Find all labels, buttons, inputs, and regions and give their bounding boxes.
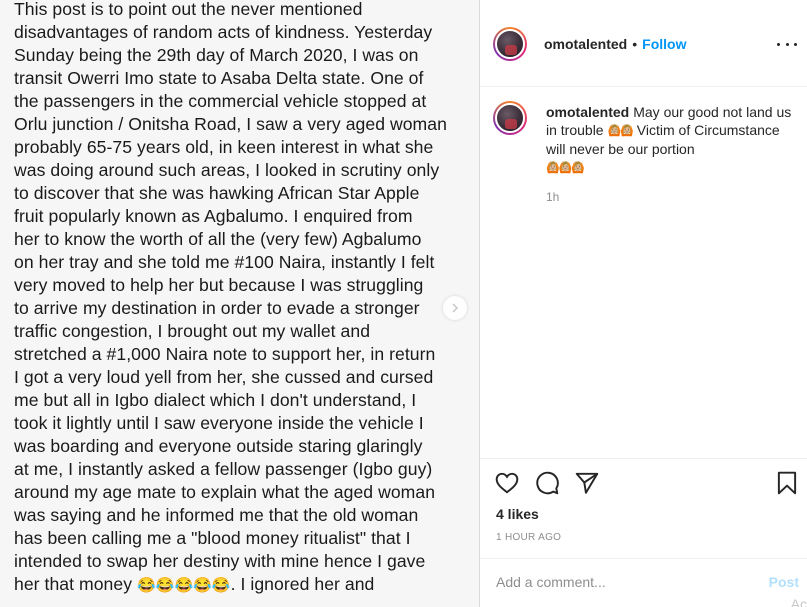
post-header: omotalented • Follow — [480, 0, 807, 87]
post-text-line: I got a very loud yell from her, she cus… — [14, 367, 434, 387]
post-text-line: around my age mate to explain what the a… — [14, 482, 436, 502]
post-text-line: transit Owerri Imo state to Asaba Delta … — [14, 68, 424, 88]
post-text-line: was saying and he informed me that the o… — [14, 505, 419, 525]
comment-body: omotalented May our good not land us in t… — [546, 103, 798, 177]
avatar-image — [495, 103, 525, 133]
post-text-line: took it lightly until I saw everyone ins… — [14, 413, 424, 433]
post-text-line: on her tray and she told me #100 Naira, … — [14, 252, 435, 272]
paper-plane-icon[interactable] — [574, 470, 600, 496]
post-text-fragment: her that money — [14, 574, 137, 594]
comment-input[interactable]: Add a comment... — [496, 574, 606, 590]
laughing-emoji-row: 😂😂😂😂😂 — [137, 577, 231, 594]
post-text-line: was boarding and everyone outside starin… — [14, 436, 423, 456]
instagram-post-view: This post is to point out the never ment… — [0, 0, 807, 607]
header-user-line: omotalented • Follow — [544, 36, 686, 52]
post-image[interactable]: This post is to point out the never ment… — [0, 0, 480, 607]
post-side-panel: omotalented • Follow omotalented May our go… — [480, 0, 807, 607]
post-text-line: traffic congestion, I brought out my wal… — [14, 321, 371, 341]
post-text-line: her to know the worth of all the (very f… — [14, 229, 422, 249]
post-text-line: disadvantages of random acts of kindness… — [14, 22, 433, 42]
post-text-line: me but all in Igbo dialect which I don't… — [14, 390, 417, 410]
post-text-line: at me, I instantly asked a fellow passen… — [14, 459, 433, 479]
post-text-line: stretched a #1,000 Naira note to support… — [14, 344, 436, 364]
post-text-line: to discover that she was hawking African… — [14, 183, 420, 203]
username-link[interactable]: omotalented — [544, 36, 627, 52]
post-text-line: fruit popularly known as Agbalumo. I enq… — [14, 206, 413, 226]
chevron-right-icon — [452, 303, 459, 313]
post-text-line: the passengers in the commercial vehicle… — [14, 91, 427, 111]
likes-count[interactable]: 4 likes — [496, 506, 539, 522]
add-comment-bar: Add a comment... Post Ac — [480, 558, 807, 607]
emoji-triple: 🙆🏼🙆🏼🙆🏼 — [546, 162, 585, 174]
post-text-line: This post is to point out the never ment… — [14, 0, 363, 19]
post-text-line: probably 65-75 years old, in keen intere… — [14, 137, 434, 157]
emoji-pair: 🙆🏼🙆🏼 — [607, 125, 633, 137]
post-text-line: has been calling me a "blood money ritua… — [14, 528, 411, 548]
avatar[interactable] — [493, 27, 527, 61]
post-text-fragment: . I ignored her and — [230, 574, 375, 594]
post-text-line: Orlu junction / Onitsha Road, I saw a ve… — [14, 114, 447, 134]
avatar-image — [495, 29, 525, 59]
next-slide-button[interactable] — [443, 296, 467, 320]
more-dots-icon[interactable] — [777, 36, 797, 52]
separator-dot: • — [632, 36, 638, 52]
post-text-line: to arrive my destination in order to eva… — [14, 298, 420, 318]
post-text-line: Sunday being the 29th day of March 2020,… — [14, 45, 419, 65]
edge-text-fragment: Ac — [790, 596, 807, 607]
post-text-line: intended to swap her destiny with mine h… — [14, 551, 426, 571]
comment-username[interactable]: omotalented — [546, 104, 629, 120]
action-bar: 4 likes 1 HOUR AGO — [480, 458, 807, 558]
avatar[interactable] — [493, 101, 527, 135]
post-comment-button[interactable]: Post — [769, 574, 799, 590]
comments-section: omotalented May our good not land us in t… — [480, 87, 807, 457]
comment-time[interactable]: 1h — [546, 190, 559, 204]
follow-button[interactable]: Follow — [642, 36, 686, 52]
post-image-text: This post is to point out the never ment… — [14, 0, 469, 597]
post-timestamp[interactable]: 1 HOUR AGO — [496, 532, 561, 543]
bookmark-icon[interactable] — [774, 470, 800, 496]
post-text-line: very moved to help her but because I was… — [14, 275, 424, 295]
post-text-line: was doing around such areas, I looked in… — [14, 160, 440, 180]
comment-bubble-icon[interactable] — [534, 470, 560, 496]
heart-icon[interactable] — [494, 470, 520, 496]
post-text-line-last: her that money 😂😂😂😂😂. I ignored her and — [14, 573, 469, 597]
